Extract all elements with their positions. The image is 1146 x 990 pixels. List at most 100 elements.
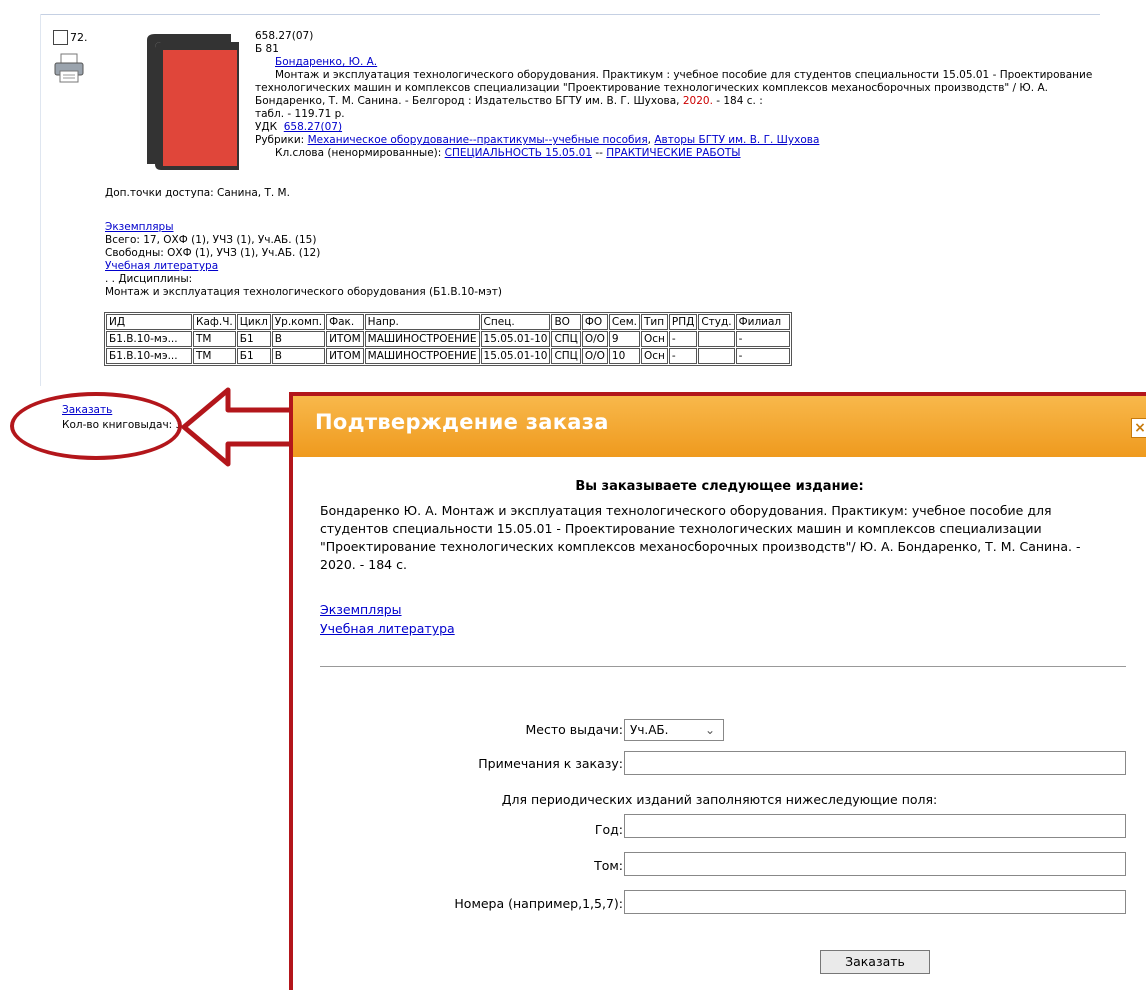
rubric-link-2[interactable]: Авторы БГТУ им. В. Г. Шухова [654,134,819,146]
volume-label: Том: [594,858,623,873]
table-header: Напр. [364,314,480,330]
author-link[interactable]: Бондаренко, Ю. А. [275,56,377,68]
table-header: ФО [581,314,608,330]
record-description: Монтаж и эксплуатация технологического о… [255,69,1093,107]
numbers-label: Номера (например,1,5,7): [454,896,623,911]
table-header: Сем. [608,314,640,330]
table-cell [698,331,735,347]
table-cell: В [271,348,326,364]
keywords-line: Кл.слова (ненормированные): СПЕЦИАЛЬНОСТ… [275,147,741,159]
table-header: Спец. [480,314,551,330]
edu-lit-link[interactable]: Учебная литература [105,260,218,272]
table-header: Фак. [326,314,364,330]
table-cell: В [271,331,326,347]
place-select[interactable]: Уч.АБ. ⌄ [624,719,724,741]
bibliographic-record: 658.27(07) Б 81 Бондаренко, Ю. А. Монтаж… [255,30,1105,160]
free-copies: Свободны: ОХФ (1), УЧЗ (1), Уч.АБ. (12) [105,247,321,259]
close-icon[interactable]: × [1131,418,1146,438]
table-cell: Осн [640,348,668,364]
dialog-description: Бондаренко Ю. А. Монтаж и эксплуатация т… [320,503,1081,572]
table-header: Каф.Ч. [193,314,236,330]
holdings-block: Экземпляры Всего: 17, ОХФ (1), УЧЗ (1), … [105,221,502,299]
table-header: ВО [551,314,581,330]
table-cell: - [735,348,790,364]
table-header: Студ. [698,314,735,330]
periodic-note: Для периодических изданий заполняются ни… [501,792,938,807]
disciplines-label: . . Дисциплины: [105,273,193,285]
disciplines-table: ИД Каф.Ч. Цикл Ур.комп. Фак. Напр. Спец.… [104,312,792,366]
keyword-link-2[interactable]: ПРАКТИЧЕСКИЕ РАБОТЫ [606,147,740,159]
notes-input[interactable] [624,751,1126,775]
record-number: 72. [70,31,88,44]
rubric-link-1[interactable]: Механическое оборудование--практикумы--у… [308,134,648,146]
year-label: Год: [594,822,623,837]
table-cell: - [668,348,698,364]
table-header: Тип [640,314,668,330]
table-header-row: ИД Каф.Ч. Цикл Ур.комп. Фак. Напр. Спец.… [106,314,790,330]
table-cell: ИТОМ [326,331,364,347]
dialog-copies-link[interactable]: Экземпляры [320,602,402,617]
table-cell: Б1 [236,331,271,347]
table-row: Б1.В.10-мэ... ТМ Б1 В ИТОМ МАШИНОСТРОЕНИ… [106,348,790,364]
table-cell: МАШИНОСТРОЕНИЕ [364,331,480,347]
dialog-header: Подтверждение заказа × [293,392,1146,457]
dialog-separator [320,666,1126,667]
table-header: Ур.комп. [271,314,326,330]
copies-link[interactable]: Экземпляры [105,221,174,233]
dialog-title: Подтверждение заказа [315,410,609,434]
volume-input[interactable] [624,852,1126,876]
table-cell: Б1.В.10-мэ... [106,348,192,364]
select-checkbox[interactable] [53,30,68,45]
table-cell: ТМ [193,348,236,364]
table-cell: 9 [608,331,640,347]
dialog-heading: Вы заказываете следующее издание: [575,479,864,494]
discipline-name: Монтаж и эксплуатация технологического о… [105,286,502,298]
highlight-ellipse [10,392,182,460]
table-row: Б1.В.10-мэ... ТМ Б1 В ИТОМ МАШИНОСТРОЕНИ… [106,331,790,347]
table-cell: Осн [640,331,668,347]
year-input[interactable] [624,814,1126,838]
record-price: табл. - 119.71 р. [255,108,345,120]
table-cell: 15.05.01-10 [480,348,551,364]
keyword-link-1[interactable]: СПЕЦИАЛЬНОСТЬ 15.05.01 [445,147,592,159]
table-header: Филиал [735,314,790,330]
record-year: 2020. [682,95,713,107]
table-cell: Б1 [236,348,271,364]
table-cell: - [668,331,698,347]
card-left-border [40,14,41,386]
table-header: Цикл [236,314,271,330]
table-cell: СПЦ [551,331,581,347]
table-cell: МАШИНОСТРОЕНИЕ [364,348,480,364]
table-cell: ИТОМ [326,348,364,364]
table-header: РПД [668,314,698,330]
udk-line: УДК 658.27(07) [255,121,343,133]
dialog-edu-link[interactable]: Учебная литература [320,621,455,636]
table-cell: О/О [581,331,608,347]
place-label: Место выдачи: [525,722,623,737]
card-top-border [40,14,1100,15]
numbers-input[interactable] [624,890,1126,914]
table-cell: 15.05.01-10 [480,331,551,347]
total-copies: Всего: 17, ОХФ (1), УЧЗ (1), Уч.АБ. (15) [105,234,317,246]
classification: 658.27(07) [255,30,314,42]
submit-order-button[interactable]: Заказать [820,950,930,974]
rubrics-line: Рубрики: Механическое оборудование--прак… [255,134,820,146]
table-cell: Б1.В.10-мэ... [106,331,192,347]
place-select-value: Уч.АБ. [630,723,669,737]
chevron-down-icon: ⌄ [704,723,715,737]
table-cell: - [735,331,790,347]
author-mark: Б 81 [255,43,279,55]
udk-link[interactable]: 658.27(07) [284,121,342,133]
table-cell: 10 [608,348,640,364]
order-dialog: Подтверждение заказа × Вы заказываете сл… [293,392,1146,990]
book-cover-icon [147,34,239,170]
table-cell: ТМ [193,331,236,347]
table-cell [698,348,735,364]
printer-icon[interactable] [52,52,86,84]
table-cell: О/О [581,348,608,364]
access-points: Доп.точки доступа: Санина, Т. М. [105,187,290,199]
table-cell: СПЦ [551,348,581,364]
notes-label: Примечания к заказу: [478,756,623,771]
table-header: ИД [106,314,192,330]
arrow-left-icon [181,387,299,467]
